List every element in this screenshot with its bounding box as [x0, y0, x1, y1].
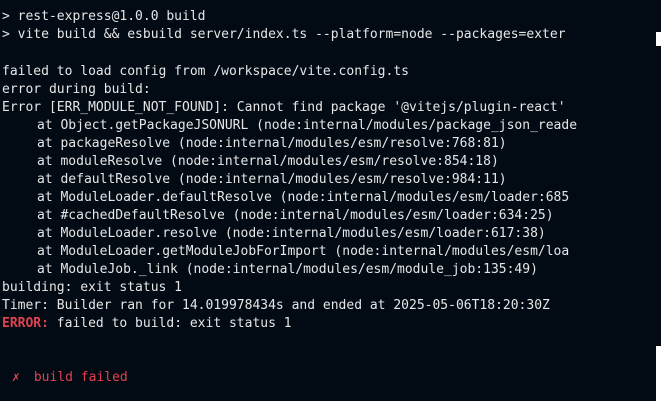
stack-line-3: at moduleResolve (node:internal/modules/… [37, 154, 499, 169]
build-error-heading: error during build: [2, 82, 151, 97]
command-line-1: > rest-express@1.0.0 build [2, 9, 206, 24]
x-mark-icon: ✗ [12, 370, 20, 385]
stack-line-9: at ModuleJob._link (node:internal/module… [37, 262, 538, 277]
build-status-text: build failed [33, 370, 128, 385]
stack-line-2: at packageResolve (node:internal/modules… [37, 136, 507, 151]
stack-line-8: at ModuleLoader.getModuleJobForImport (n… [37, 244, 570, 259]
scrollbar-thumb-bottom[interactable] [656, 346, 661, 401]
build-status-line: ✗ build failed [12, 369, 128, 387]
exit-status-line: building: exit status 1 [2, 280, 183, 295]
timer-line: Timer: Builder ran for 14.019978434s and… [2, 298, 550, 313]
error-message-line: Error [ERR_MODULE_NOT_FOUND]: Cannot fin… [2, 100, 566, 115]
terminal-window[interactable]: > rest-express@1.0.0 build > vite build … [0, 0, 661, 401]
final-error-line: ERROR: failed to build: exit status 1 [2, 315, 292, 333]
stack-line-7: at ModuleLoader.resolve (node:internal/m… [37, 226, 546, 241]
command-line-2: > vite build && esbuild server/index.ts … [2, 27, 566, 42]
error-prefix: ERROR: [2, 316, 49, 331]
stack-line-6: at #cachedDefaultResolve (node:internal/… [37, 208, 554, 223]
stack-line-1: at Object.getPackageJSONURL (node:intern… [37, 118, 578, 133]
stack-line-5: at ModuleLoader.defaultResolve (node:int… [37, 190, 570, 205]
scrollbar-thumb-top[interactable] [656, 32, 661, 46]
stack-line-4: at defaultResolve (node:internal/modules… [37, 172, 507, 187]
config-error-line: failed to load config from /workspace/vi… [2, 64, 409, 79]
final-error-text: failed to build: exit status 1 [48, 316, 292, 331]
